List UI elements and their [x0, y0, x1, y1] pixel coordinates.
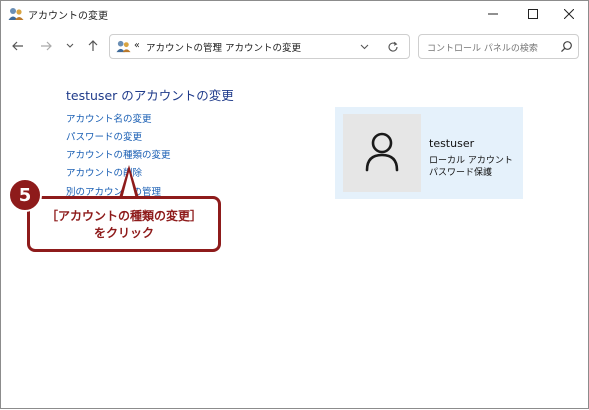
- callout-line-2: をクリック: [93, 226, 154, 240]
- callout-line-1: ［アカウントの種類の変更］: [45, 209, 202, 223]
- control-panel-window: アカウントの変更 « アカウントの管理 › アカウントの変更 コントロール パネ…: [0, 0, 589, 409]
- step-number-badge: 5: [8, 178, 42, 212]
- callout-box: ［アカウントの種類の変更］ をクリック: [27, 196, 221, 252]
